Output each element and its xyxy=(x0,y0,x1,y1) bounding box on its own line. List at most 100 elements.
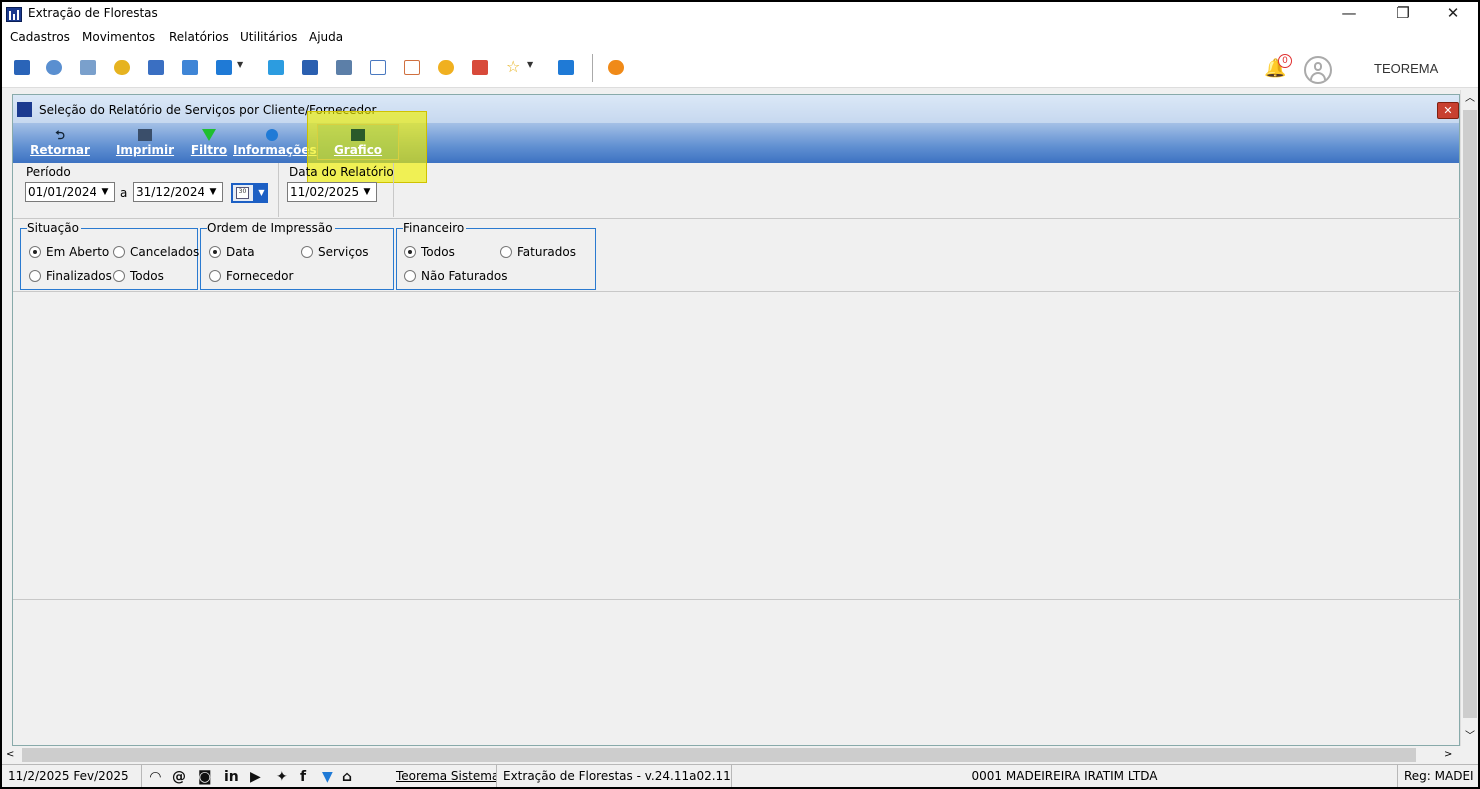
app-logo-icon xyxy=(6,7,22,22)
arrow-doc-icon[interactable] xyxy=(268,60,284,75)
spreadsheet-icon[interactable] xyxy=(302,60,318,75)
return-icon: ⮌ xyxy=(55,128,65,142)
radio-em-aberto[interactable]: Em Aberto xyxy=(29,245,109,259)
radio-todos-financeiro[interactable]: Todos xyxy=(404,245,455,259)
vertical-scrollbar[interactable]: ︿ ﹀ xyxy=(1460,90,1478,746)
periodo-label: Período xyxy=(26,165,71,179)
menu-bar: Cadastros Movimentos Relatórios Utilitár… xyxy=(2,26,1478,48)
calendar-button[interactable]: 30 xyxy=(231,183,255,203)
chevron-down-icon: ▼ xyxy=(358,183,376,201)
building-icon[interactable] xyxy=(182,60,198,75)
twitter-icon[interactable]: ✦ xyxy=(276,769,288,785)
calendar-clock-icon[interactable] xyxy=(404,60,420,75)
radio-finalizados[interactable]: Finalizados xyxy=(29,269,112,283)
chart-printer-icon xyxy=(351,129,365,141)
email-icon[interactable]: @ xyxy=(172,769,186,785)
user-avatar[interactable] xyxy=(1304,56,1332,84)
ordem-label: Ordem de Impressão xyxy=(207,221,335,235)
window-close-button[interactable]: ✕ xyxy=(1437,102,1459,119)
scroll-up-icon[interactable]: ︿ xyxy=(1461,90,1478,108)
grafico-button-label[interactable]: Grafico xyxy=(323,123,393,163)
card-dropdown-icon[interactable]: ▼ xyxy=(237,60,245,69)
periodo-separator: a xyxy=(120,186,128,200)
filtro-button[interactable]: Filtro xyxy=(189,123,229,163)
chevron-down-icon: ▼ xyxy=(204,183,222,201)
printer-icon xyxy=(138,129,152,141)
graduation-cap-icon[interactable]: ⌂ xyxy=(342,769,352,785)
data-relatorio-select[interactable]: 11/02/2025 ▼ xyxy=(287,182,377,202)
radio-todos-situacao[interactable]: Todos xyxy=(113,269,164,283)
radio-cancelados[interactable]: Cancelados xyxy=(113,245,199,259)
lock-icon[interactable] xyxy=(438,60,454,75)
teorema-logo-icon[interactable]: ▼ xyxy=(322,769,333,785)
calendar-icon: 30 xyxy=(236,187,249,199)
status-version: Extração de Florestas - v.24.11a02.11a xyxy=(496,765,732,787)
menu-movimentos[interactable]: Movimentos xyxy=(82,30,155,44)
divider xyxy=(393,163,394,217)
divider xyxy=(13,599,1461,600)
radio-nao-faturados[interactable]: Não Faturados xyxy=(404,269,507,283)
scroll-right-icon[interactable]: > xyxy=(1444,746,1452,764)
radio-servicos[interactable]: Serviços xyxy=(301,245,369,259)
status-reg: Reg: MADEI xyxy=(1404,769,1474,783)
periodo-from-select[interactable]: 01/01/2024 ▼ xyxy=(25,182,115,202)
scroll-thumb[interactable] xyxy=(1463,110,1477,718)
notification-badge[interactable]: 0 xyxy=(1278,54,1292,68)
facebook-icon[interactable]: f xyxy=(300,769,306,785)
instagram-icon[interactable]: ◙ xyxy=(198,769,212,785)
info-circle-icon xyxy=(266,129,278,141)
retornar-button[interactable]: ⮌ Retornar xyxy=(25,123,95,163)
divider xyxy=(13,218,1461,219)
radio-data[interactable]: Data xyxy=(209,245,255,259)
calculator-icon[interactable] xyxy=(336,60,352,75)
status-bar: 11/2/2025 Fev/2025 ◠ @ ◙ in ▶ ✦ f ▼ ⌂ Te… xyxy=(2,764,1478,787)
report-selection-window: Seleção do Relatório de Serviços por Cli… xyxy=(12,94,1461,746)
close-button[interactable]: ✕ xyxy=(1430,2,1476,26)
menu-ajuda[interactable]: Ajuda xyxy=(309,30,343,44)
app-window: Extração de Florestas — ❐ ✕ Cadastros Mo… xyxy=(2,2,1478,787)
star-icon[interactable]: ☆ xyxy=(506,59,522,75)
window-icon[interactable] xyxy=(14,60,30,75)
menu-cadastros[interactable]: Cadastros xyxy=(10,30,70,44)
username-label[interactable]: TEOREMA xyxy=(1374,61,1438,76)
imprimir-button[interactable]: Imprimir xyxy=(113,123,177,163)
star-dropdown-icon[interactable]: ▼ xyxy=(527,60,535,69)
periodo-to-select[interactable]: 31/12/2024 ▼ xyxy=(133,182,223,202)
status-date: 11/2/2025 Fev/2025 xyxy=(2,765,142,787)
scroll-down-icon[interactable]: ﹀ xyxy=(1461,728,1478,746)
search-doc-icon[interactable] xyxy=(80,60,96,75)
social-links: ◠ @ ◙ in ▶ ✦ f ▼ ⌂ Teorema Sistemas xyxy=(142,765,496,787)
situacao-label: Situação xyxy=(27,221,81,235)
radio-fornecedor[interactable]: Fornecedor xyxy=(209,269,293,283)
scroll-left-icon[interactable]: < xyxy=(6,746,14,764)
financeiro-label: Financeiro xyxy=(403,221,467,235)
calendar-dropdown-icon[interactable]: ▼ xyxy=(255,183,268,203)
info-icon[interactable] xyxy=(558,60,574,75)
scroll-thumb-horizontal[interactable] xyxy=(22,748,1416,762)
linkedin-icon[interactable]: in xyxy=(224,769,239,785)
title-bar: Extração de Florestas — ❐ ✕ xyxy=(2,2,1478,26)
minimize-button[interactable]: — xyxy=(1326,2,1372,26)
toolbar: ▼ ☆ ▼ 🔔 0 TEOREMA xyxy=(2,48,1478,88)
divider xyxy=(278,163,279,217)
child-title-bar: Seleção do Relatório de Serviços por Cli… xyxy=(13,95,1459,123)
users-icon[interactable] xyxy=(46,60,62,75)
handshake-icon[interactable] xyxy=(148,60,164,75)
person-gold-icon[interactable] xyxy=(114,60,130,75)
app-title: Extração de Florestas xyxy=(28,6,158,20)
menu-relatorios[interactable]: Relatórios xyxy=(169,30,229,44)
toolbar-separator xyxy=(592,54,593,82)
power-icon[interactable] xyxy=(608,60,624,75)
radio-faturados[interactable]: Faturados xyxy=(500,245,576,259)
card-icon[interactable] xyxy=(216,60,232,75)
headset-icon[interactable]: ◠ xyxy=(150,769,161,785)
document-red-icon[interactable] xyxy=(472,60,488,75)
informacoes-button[interactable]: Informações xyxy=(233,123,317,163)
menu-utilitarios[interactable]: Utilitários xyxy=(240,30,297,44)
action-bar: ⮌ Retornar Imprimir Filtro Informações xyxy=(13,123,1459,163)
youtube-icon[interactable]: ▶ xyxy=(250,769,261,785)
teorema-sistemas-link[interactable]: Teorema Sistemas xyxy=(396,769,496,783)
restore-button[interactable]: ❐ xyxy=(1380,2,1426,26)
horizontal-scrollbar[interactable]: < > xyxy=(2,746,1478,764)
calendar-icon[interactable] xyxy=(370,60,386,75)
